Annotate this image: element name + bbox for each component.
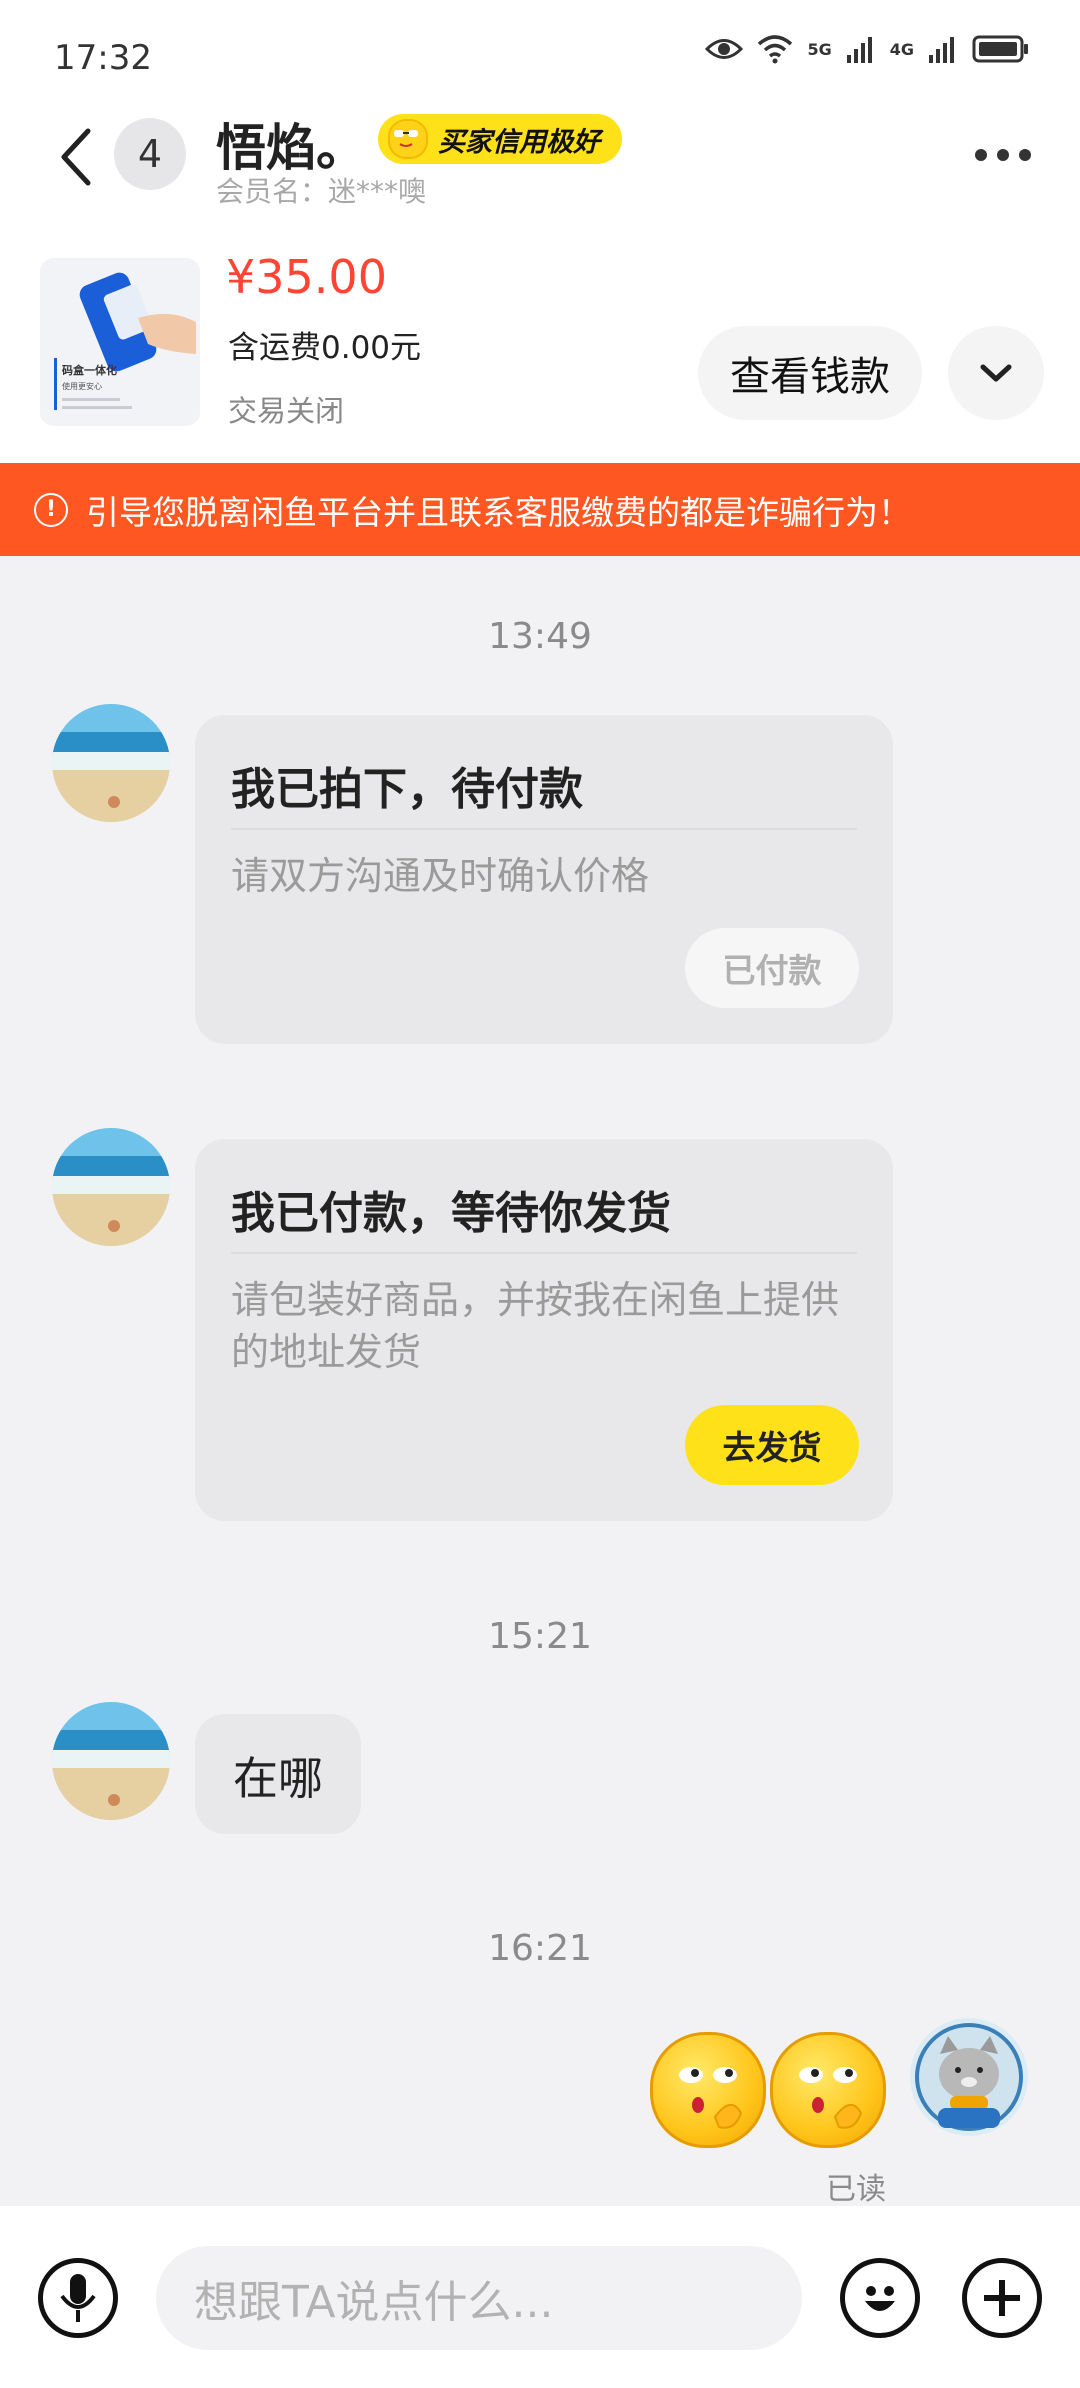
signal-icon xyxy=(846,37,872,63)
shipping-fee: 含运费0.00元 xyxy=(228,330,422,366)
thinking-emoji-icon[interactable] xyxy=(770,2032,886,2148)
message-bubble[interactable]: 在哪 xyxy=(195,1714,362,1834)
timestamp: 16:21 xyxy=(488,1928,592,1969)
cat-astronaut-avatar-image xyxy=(915,2023,1023,2131)
smiley-icon xyxy=(865,2286,895,2311)
status-time: 17:32 xyxy=(54,38,152,78)
battery-icon xyxy=(972,35,1028,63)
signal-icon xyxy=(929,37,954,63)
beach-avatar-image xyxy=(52,1128,170,1246)
beach-avatar-image xyxy=(52,704,170,822)
eye-icon xyxy=(705,39,744,59)
ship-now-button[interactable]: 去发货 xyxy=(685,1405,859,1485)
emoji-button[interactable] xyxy=(840,2258,920,2338)
contact-avatar[interactable] xyxy=(52,1702,170,1820)
chevron-left-icon xyxy=(61,128,91,186)
contact-avatar[interactable] xyxy=(52,704,170,822)
card-title: 我已付款，等待你发货 xyxy=(231,1188,671,1239)
card-description: 请双方沟通及时确认价格 xyxy=(231,854,650,898)
expand-button[interactable] xyxy=(948,326,1044,420)
network-5g-label: 5G xyxy=(807,39,832,59)
voice-input-button[interactable] xyxy=(38,2258,118,2338)
alert-icon: ! xyxy=(34,492,68,527)
more-dot-icon xyxy=(975,149,987,161)
order-card-pending-payment: 我已拍下，待付款 请双方沟通及时确认价格 已付款 xyxy=(195,715,893,1044)
sunglasses-face-icon xyxy=(388,119,428,159)
add-more-button[interactable] xyxy=(962,2258,1042,2338)
more-dot-icon xyxy=(997,149,1009,161)
view-payment-button[interactable]: 查看钱款 xyxy=(698,326,922,420)
thinking-emoji-icon[interactable] xyxy=(650,2032,766,2148)
card-title: 我已拍下，待付款 xyxy=(231,764,583,815)
credit-badge[interactable]: 买家信用极好 xyxy=(378,114,622,164)
card-divider xyxy=(231,1252,857,1254)
my-avatar[interactable] xyxy=(910,2018,1028,2136)
network-4g-label: 4G xyxy=(889,39,914,59)
timestamp: 13:49 xyxy=(488,616,592,657)
status-icons: 5G 4G xyxy=(705,34,1030,64)
paid-button[interactable]: 已付款 xyxy=(685,928,859,1008)
more-dot-icon xyxy=(1019,149,1031,161)
contact-avatar[interactable] xyxy=(52,1128,170,1246)
thumb-caption-1: 码盒一体化 xyxy=(62,363,117,377)
item-thumbnail[interactable]: 码盒一体化 使用更安心 xyxy=(40,258,200,426)
timestamp: 15:21 xyxy=(488,1616,592,1657)
beach-avatar-image xyxy=(52,1702,170,1820)
card-description: 请包装好商品，并按我在闲鱼上提供的地址发货 xyxy=(231,1278,840,1374)
credit-label: 买家信用极好 xyxy=(438,126,600,158)
more-options-button[interactable] xyxy=(968,140,1038,170)
unread-count-badge[interactable]: 4 xyxy=(114,118,186,190)
back-button[interactable] xyxy=(50,124,100,190)
wifi-icon xyxy=(758,35,793,64)
microphone-icon xyxy=(60,2274,96,2322)
chevron-down-icon xyxy=(980,364,1012,382)
payment-device-image: 码盒一体化 使用更安心 xyxy=(40,258,200,426)
order-card-awaiting-shipment: 我已付款，等待你发货 请包装好商品，并按我在闲鱼上提供的地址发货 去发货 xyxy=(195,1139,893,1521)
message-input[interactable]: 想跟TA说点什么... xyxy=(156,2246,802,2350)
member-name: 会员名：迷***噢 xyxy=(216,175,427,208)
fraud-warning-text: 引导您脱离闲鱼平台并且联系客服缴费的都是诈骗行为！ xyxy=(86,492,911,532)
fraud-warning-bar: ! 引导您脱离闲鱼平台并且联系客服缴费的都是诈骗行为！ xyxy=(0,463,1080,556)
thumb-caption-2: 使用更安心 xyxy=(62,381,102,391)
plus-icon xyxy=(984,2280,1020,2316)
card-divider xyxy=(231,828,857,830)
read-status: 已读 xyxy=(826,2172,886,2207)
item-price: ¥35.00 xyxy=(226,250,387,304)
trade-status: 交易关闭 xyxy=(228,394,345,428)
